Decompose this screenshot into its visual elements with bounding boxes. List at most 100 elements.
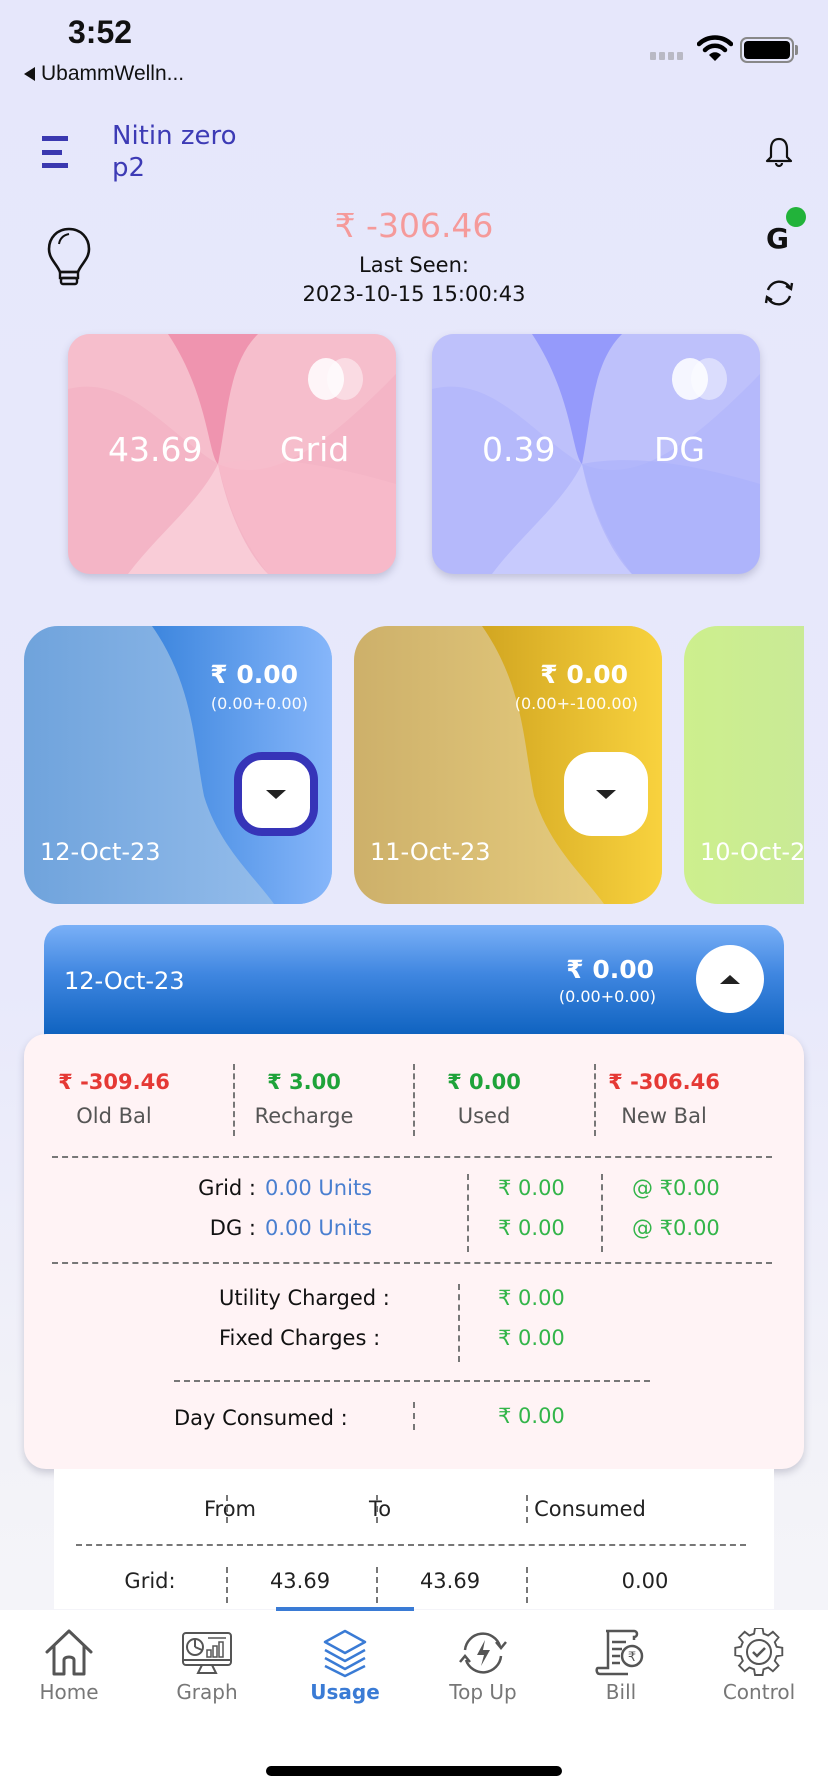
card-logo-circle — [327, 358, 363, 400]
divider — [458, 1284, 460, 1362]
dg-meter-card[interactable]: 0.39 DG — [432, 334, 760, 574]
summary-value: ₹ 3.00 — [267, 1070, 341, 1094]
menu-icon[interactable] — [42, 136, 68, 168]
table-header: To — [368, 1497, 392, 1521]
card-logo-circle — [691, 358, 727, 400]
summary-value: ₹ -306.46 — [608, 1070, 720, 1094]
source-label: DG : — [209, 1216, 256, 1240]
summary-label: Used — [457, 1104, 511, 1128]
divider — [376, 1567, 378, 1603]
caret-down-icon — [596, 789, 616, 799]
battery-cap — [795, 45, 798, 55]
home-icon — [45, 1629, 93, 1676]
summary-recharge: ₹ 3.00 Recharge — [214, 1070, 394, 1128]
bill-icon: ₹ — [595, 1629, 644, 1676]
account-balance: ₹ -306.46 — [334, 206, 494, 245]
grid-meter-card[interactable]: 43.69 Grid — [68, 334, 396, 574]
charge-label: Utility Charged : — [219, 1286, 390, 1310]
divider — [376, 1495, 378, 1523]
bottom-navigation: Home Graph Usage Top Up ₹ Bill Control — [0, 1610, 828, 1792]
dg-meter-value: 0.39 — [482, 430, 556, 469]
caret-down-icon — [266, 789, 286, 799]
expand-day-button[interactable] — [564, 752, 648, 836]
expanded-amount: ₹ 0.00 — [566, 955, 654, 984]
nav-label: Control — [722, 1680, 796, 1704]
nav-usage[interactable]: Usage — [276, 1628, 414, 1704]
summary-label: Recharge — [254, 1104, 354, 1128]
online-status-dot — [786, 207, 806, 227]
user-name: Nitin zero p2 — [112, 121, 237, 183]
back-arrow-icon — [24, 67, 35, 81]
summary-label: Old Bal — [76, 1104, 152, 1128]
divider — [526, 1495, 528, 1523]
summary-new-balance: ₹ -306.46 New Bal — [574, 1070, 754, 1128]
table-row-label: Grid: — [124, 1569, 176, 1593]
expanded-day-header: 12-Oct-23 ₹ 0.00 (0.00+0.00) — [44, 925, 784, 1035]
nav-label: Home — [39, 1680, 99, 1704]
caret-up-icon — [720, 974, 740, 984]
expand-day-button[interactable] — [234, 752, 318, 836]
day-amount: ₹ 0.00 — [540, 660, 628, 689]
table-cell: 43.69 — [269, 1569, 331, 1593]
summary-used: ₹ 0.00 Used — [394, 1070, 574, 1128]
divider — [76, 1544, 746, 1546]
last-seen-label: Last Seen: — [359, 253, 469, 277]
active-tab-indicator — [276, 1607, 414, 1611]
nav-topup[interactable]: Top Up — [414, 1628, 552, 1704]
day-card[interactable]: ₹ 0.00 (0.00+-100.00) 11-Oct-23 — [354, 626, 662, 904]
source-amount: ₹ 0.00 — [498, 1216, 565, 1240]
day-consumed-label: Day Consumed : — [174, 1406, 348, 1430]
table-cell: 0.00 — [621, 1569, 669, 1593]
summary-old-balance: ₹ -309.46 Old Bal — [24, 1070, 204, 1128]
nav-bill[interactable]: ₹ Bill — [552, 1628, 690, 1704]
back-app-label: UbammWelln... — [41, 62, 185, 85]
last-seen: Last Seen: 2023-10-15 15:00:43 — [0, 251, 828, 309]
notification-bell-icon[interactable] — [764, 136, 794, 168]
back-to-app-link[interactable]: UbammWelln... — [24, 62, 184, 86]
source-amount: ₹ 0.00 — [498, 1176, 565, 1200]
source-units: 0.00 Units — [265, 1176, 373, 1200]
nav-label: Bill — [605, 1680, 637, 1704]
wifi-icon — [697, 35, 733, 61]
day-breakdown: (0.00+0.00) — [210, 694, 308, 713]
day-card[interactable]: ₹ 0.00 (0.00+0.00) 12-Oct-23 — [24, 626, 332, 904]
source-units: 0.00 Units — [265, 1216, 373, 1240]
source-rate: @ ₹0.00 — [632, 1176, 720, 1200]
collapse-button[interactable] — [696, 945, 764, 1013]
day-date: 11-Oct-23 — [370, 838, 491, 866]
day-date: 10-Oct-23 — [700, 838, 804, 866]
control-icon — [734, 1628, 784, 1676]
grid-meter-label: Grid — [280, 430, 350, 469]
layers-icon — [323, 1629, 367, 1678]
status-time: 3:52 — [68, 14, 133, 50]
nav-label: Top Up — [449, 1680, 517, 1704]
day-breakdown: (0.00+-100.00) — [514, 694, 638, 713]
summary-value: ₹ 0.00 — [447, 1070, 521, 1094]
cellular-signal-icon — [650, 52, 683, 60]
charge-amount: ₹ 0.00 — [498, 1286, 565, 1310]
divider — [52, 1262, 772, 1264]
divider — [226, 1495, 228, 1523]
day-card[interactable]: 10-Oct-23 — [684, 626, 804, 904]
nav-graph[interactable]: Graph — [138, 1628, 276, 1704]
charge-amount: ₹ 0.00 — [498, 1326, 565, 1350]
nav-label: Graph — [176, 1680, 238, 1704]
divider — [467, 1174, 469, 1252]
table-header: Consumed — [534, 1497, 646, 1521]
divider — [413, 1402, 415, 1430]
divider — [226, 1567, 228, 1603]
battery-icon — [740, 37, 794, 63]
svg-text:₹: ₹ — [628, 1650, 636, 1665]
source-rate: @ ₹0.00 — [632, 1216, 720, 1240]
nav-control[interactable]: Control — [690, 1628, 828, 1704]
home-indicator[interactable] — [266, 1766, 562, 1776]
consumption-table: From To Consumed Grid: 43.69 43.69 0.00 — [54, 1469, 774, 1609]
refresh-icon[interactable] — [762, 276, 796, 310]
charge-label: Fixed Charges : — [219, 1326, 381, 1350]
day-detail-card: ₹ -309.46 Old Bal ₹ 3.00 Recharge ₹ 0.00… — [24, 1034, 804, 1469]
day-date: 12-Oct-23 — [40, 838, 161, 866]
dg-meter-label: DG — [654, 430, 705, 469]
day-consumed-amount: ₹ 0.00 — [498, 1404, 565, 1428]
grid-meter-value: 43.69 — [108, 430, 203, 469]
nav-home[interactable]: Home — [0, 1628, 138, 1704]
